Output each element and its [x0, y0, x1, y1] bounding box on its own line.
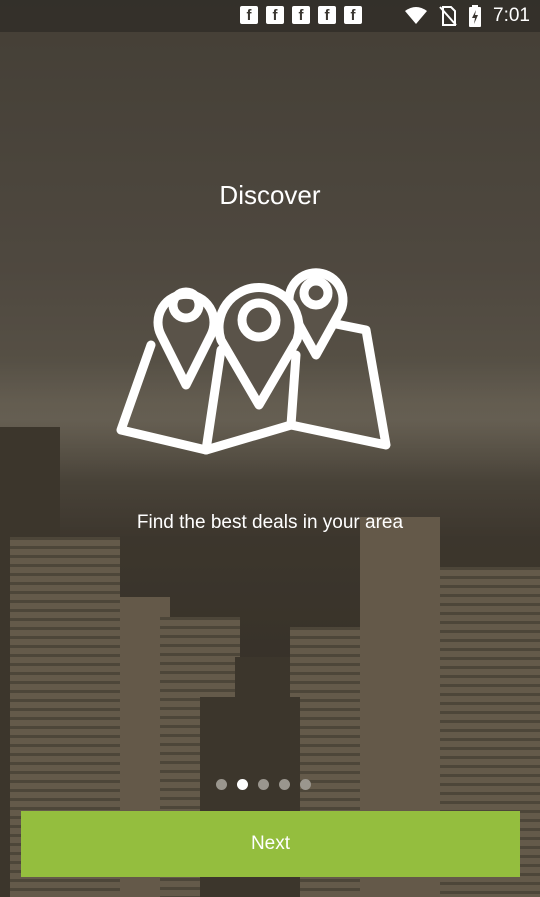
onboarding-screen: f f f f f 7:01 Discover Find the best de… [0, 0, 540, 897]
status-bar: f f f f f 7:01 [0, 0, 540, 32]
facebook-notification-icon: f [266, 6, 284, 24]
facebook-notification-icon: f [344, 6, 362, 24]
notification-icons: f f f f f [240, 6, 362, 24]
page-title: Discover [219, 180, 321, 210]
subtitle: Find the best deals in your area [136, 512, 404, 533]
page-dot[interactable] [300, 779, 311, 790]
map-pins-icon [116, 268, 391, 455]
facebook-notification-icon: f [240, 6, 258, 24]
page-dot[interactable] [279, 779, 290, 790]
page-dot[interactable] [216, 779, 227, 790]
no-sim-icon [439, 6, 457, 26]
page-indicator [216, 779, 311, 790]
facebook-notification-icon: f [318, 6, 336, 24]
facebook-notification-icon: f [292, 6, 310, 24]
clock: 7:01 [493, 5, 530, 26]
page-dot-active[interactable] [237, 779, 248, 790]
next-button[interactable]: Next [21, 811, 520, 877]
wifi-icon [405, 7, 428, 24]
battery-charging-icon [469, 5, 482, 27]
page-dot[interactable] [258, 779, 269, 790]
